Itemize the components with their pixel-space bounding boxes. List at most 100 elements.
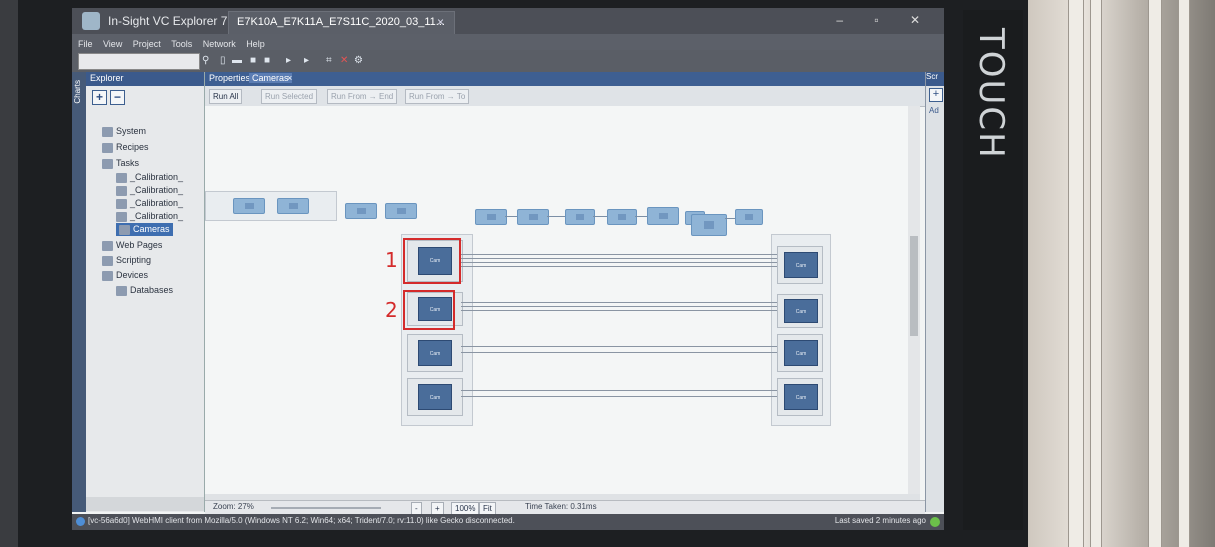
tree-item-calibration[interactable]: _Calibration_ [116,172,183,183]
menu-bar: File View Project Tools Network Help [72,34,944,50]
tree-item-scripting[interactable]: Scripting [102,255,151,266]
zoom-slider[interactable] [271,507,381,509]
document-tab[interactable]: E7K10A_E7K11A_E7S11C_2020_03_11... × [228,11,455,35]
tree-item-calibration[interactable]: _Calibration_ [116,211,183,222]
close-icon[interactable]: × [287,73,292,83]
camera-icon[interactable]: Cam [784,299,818,323]
pipeline-node[interactable] [565,209,595,225]
camera-card[interactable]: Cam [777,378,823,416]
camera-icon[interactable]: Cam [784,252,818,278]
connector [593,216,607,217]
explorer-panel: Charts Explorer + − System Recipes Tasks… [72,72,205,512]
camera-card[interactable]: Cam [777,334,823,372]
connection-line [461,310,777,311]
monitor-brand: TOUCH [963,10,1023,530]
status-bar: [vc-56a6d0] WebHMI client from Mozilla/5… [72,514,944,530]
tree-item-devices[interactable]: Devices [102,270,148,281]
pipeline-node[interactable] [517,209,549,225]
connector [725,218,735,219]
pipeline-node[interactable] [691,214,727,236]
camera-card[interactable]: Cam [777,246,823,284]
right-panel-sub: Ad [929,106,939,115]
pipeline-node[interactable] [607,209,637,225]
camera-icon[interactable]: Cam [418,384,452,410]
right-panel-header[interactable]: Scr [926,72,944,86]
annotation-number-2: 2 [385,298,398,322]
connection-line [461,346,777,347]
document-tab-label: E7K10A_E7K11A_E7S11C_2020_03_11... [237,16,445,28]
pipeline-node[interactable] [735,209,763,225]
pipeline-node[interactable] [345,203,377,219]
search-icon[interactable]: ⚲ [202,55,209,66]
script-icon [102,255,113,266]
step-icon[interactable]: ▸ [304,55,309,66]
tree-item-tasks[interactable]: Tasks [102,158,139,169]
camera-card[interactable]: Cam [407,334,463,372]
pipeline-node[interactable] [277,198,309,214]
folder-icon[interactable]: ▬ [232,55,242,66]
connection-line [461,266,777,267]
search-input[interactable] [78,53,200,70]
explorer-scrollbar[interactable] [86,497,204,511]
close-icon[interactable]: × [437,15,444,29]
rail [1090,0,1102,547]
info-icon [76,517,85,526]
camera-card[interactable]: Cam [407,378,463,416]
node-group [205,191,337,221]
camera-icon[interactable]: Cam [418,340,452,366]
status-message: [vc-56a6d0] WebHMI client from Mozilla/5… [88,516,515,525]
task-icon [116,185,127,196]
connector [547,216,565,217]
scroll-thumb[interactable] [910,236,918,336]
highlight-box-2 [403,290,455,330]
app-title: In-Sight VC Explorer 7.9.1 [108,14,248,28]
tree-item-system[interactable]: System [102,126,146,137]
select-icon[interactable]: ⌗ [326,55,332,66]
camera-icon[interactable]: Cam [784,384,818,410]
editor-tabs: Properties Cameras × [205,72,925,86]
list-icon [102,142,113,153]
new-icon[interactable]: ▯ [220,55,226,66]
vertical-scrollbar[interactable] [908,106,920,494]
run-selected-button[interactable]: Run Selected [261,89,318,104]
tree-item-calibration[interactable]: _Calibration_ [116,185,183,196]
camera-card[interactable]: Cam [777,294,823,328]
diagram-canvas[interactable]: Cam Cam Cam Cam Cam Cam Cam Cam 1 2 [205,106,920,494]
tree-item-cameras[interactable]: Cameras [116,223,173,236]
status-ok-icon [930,517,940,527]
task-icon [119,224,130,235]
pipeline-node[interactable] [385,203,417,219]
right-panel: Scr + Ad [925,72,944,512]
expand-all-button[interactable]: + [92,90,107,105]
last-saved: Last saved 2 minutes ago [834,516,926,525]
play-icon[interactable]: ▸ [286,55,291,66]
screen: In-Sight VC Explorer 7.9.1 E7K10A_E7K11A… [72,8,944,530]
pipeline-node[interactable] [233,198,265,214]
tree-item-web-pages[interactable]: Web Pages [102,240,162,251]
tab-properties[interactable]: Properties [209,73,250,83]
annotation-number-1: 1 [385,248,398,272]
tree-item-calibration[interactable]: _Calibration_ [116,198,183,209]
save-all-icon[interactable]: ■ [264,55,270,66]
save-icon[interactable]: ■ [250,55,256,66]
window-controls[interactable]: ‒ ▫ ✕ [836,13,934,27]
charts-side-tab[interactable]: Charts [72,72,86,512]
run-from-end-button[interactable]: Run From → End [327,89,398,104]
pipeline-node[interactable] [647,207,679,225]
tree-item-databases[interactable]: Databases [116,285,173,296]
tree-item-recipes[interactable]: Recipes [102,142,149,153]
app-icon [82,12,100,30]
tab-cameras[interactable]: Cameras [249,73,292,83]
connection-line [461,390,777,391]
tasks-icon [102,158,113,169]
database-icon [116,285,127,296]
run-from-to-button[interactable]: Run From → To [405,89,470,104]
settings-icon[interactable]: ⚙ [354,55,363,66]
camera-icon[interactable]: Cam [784,340,818,366]
add-icon[interactable]: + [929,88,943,102]
delete-icon[interactable]: ✕ [340,55,348,66]
pipeline-node[interactable] [475,209,507,225]
run-all-button[interactable]: Run All [209,89,243,104]
collapse-all-button[interactable]: − [110,90,125,105]
run-toolbar: Run All Run Selected Run From → End Run … [205,86,925,107]
